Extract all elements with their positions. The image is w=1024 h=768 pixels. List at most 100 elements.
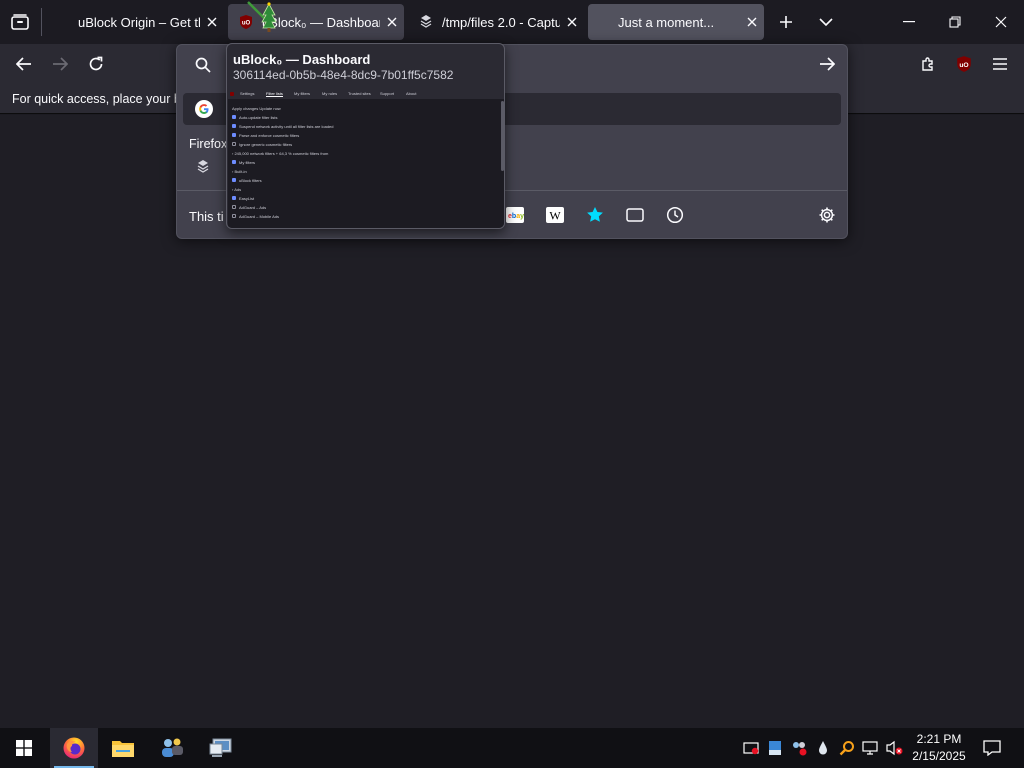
people-icon	[159, 736, 185, 760]
thumbnail-text: AdGuard – Mobile Ads	[239, 213, 280, 219]
section-label: Firefox	[189, 137, 228, 151]
ebay-icon: ebay	[506, 207, 524, 223]
bookmarks-search-button[interactable]	[581, 201, 609, 229]
tray-security-icon[interactable]	[742, 738, 760, 758]
tray-network-people-icon[interactable]	[790, 738, 808, 758]
go-arrow-icon[interactable]	[819, 57, 835, 71]
clock-date: 2/15/2025	[912, 749, 966, 763]
thumbnail-line: My filters	[232, 159, 255, 165]
preview-title: uBlock₀ — Dashboard	[233, 52, 371, 67]
hamburger-icon	[993, 58, 1007, 70]
svg-text:uO: uO	[959, 62, 968, 69]
preview-url: 306114ed-0b5b-48e4-8dc9-7b01ff5c7582	[233, 68, 454, 82]
thumbnail-line: AdGuard – Ads	[232, 204, 266, 210]
list-all-tabs-button[interactable]	[808, 0, 844, 44]
chevron-down-icon	[819, 17, 833, 27]
star-icon	[586, 206, 604, 224]
forward-button[interactable]	[44, 48, 76, 80]
history-search-button[interactable]	[661, 201, 689, 229]
thumbnail-tab: Trusted sites	[348, 91, 371, 96]
thumbnail-line: › 245,000 network filters + 64,3 % cosme…	[232, 150, 328, 156]
minimize-button[interactable]	[886, 0, 932, 44]
thumbnail-checkbox	[232, 196, 236, 200]
reload-icon	[88, 56, 104, 72]
taskbar-people-app[interactable]	[148, 728, 196, 768]
thumbnail-tab: My rules	[322, 91, 338, 96]
ublock-toolbar-button[interactable]: uO	[948, 48, 980, 80]
arrow-left-icon	[16, 57, 32, 71]
taskbar-file-explorer[interactable]	[99, 728, 147, 768]
bookmarks-empty-message: For quick access, place your bo	[12, 92, 188, 106]
thumbnail-text: Auto-update filter lists	[239, 114, 278, 120]
taskbar-clock[interactable]: 2:21 PM 2/15/2025	[905, 731, 973, 765]
svg-text:ebay: ebay	[508, 213, 524, 220]
thumbnail-tab: About	[406, 91, 417, 96]
thumbnail-line: › Built-in	[232, 168, 247, 174]
google-icon	[195, 100, 213, 118]
files-icon[interactable]	[195, 159, 211, 175]
computer-icon	[209, 737, 233, 759]
thumbnail-checkbox	[232, 205, 236, 209]
search-settings-button[interactable]	[813, 201, 841, 229]
tab-strip: uBlock Origin – Get thi uO uBlock₀ — Das…	[0, 0, 1024, 44]
tray-network-icon[interactable]	[862, 738, 880, 758]
tab-close-icon[interactable]	[740, 10, 764, 34]
ebay-button[interactable]: ebay	[501, 201, 529, 229]
back-button[interactable]	[8, 48, 40, 80]
new-tab-button[interactable]	[768, 0, 804, 44]
taskbar-firefox[interactable]	[50, 728, 98, 768]
gear-icon	[818, 206, 836, 224]
tab-close-icon[interactable]	[560, 10, 584, 34]
firefox-view-button[interactable]	[0, 0, 40, 44]
extensions-button[interactable]	[912, 48, 944, 80]
wikipedia-button[interactable]: W	[541, 201, 569, 229]
thumbnail-line: Ignore generic cosmetic filters	[232, 141, 292, 147]
search-icon	[195, 57, 211, 73]
svg-text:W: W	[549, 209, 561, 223]
restore-button[interactable]	[932, 0, 978, 44]
tray-search-icon[interactable]	[838, 738, 856, 758]
tray-drop-icon[interactable]	[814, 738, 832, 758]
tab-tmp-files[interactable]: /tmp/files 2.0 - Captur	[408, 4, 584, 40]
shortcuts-label: This ti	[189, 209, 224, 224]
wikipedia-icon: W	[546, 207, 564, 223]
thumbnail-checkbox	[232, 115, 236, 119]
ublock-shield-icon: uO	[955, 55, 973, 73]
notification-icon	[983, 740, 1001, 756]
reload-button[interactable]	[80, 48, 112, 80]
thumbnail-checkbox	[232, 133, 236, 137]
tab-just-a-moment[interactable]: Just a moment...	[588, 4, 764, 40]
tab-title: Just a moment...	[618, 14, 715, 30]
thumbnail-text: Apply changes Update now	[232, 105, 281, 111]
firefox-icon	[62, 736, 86, 760]
thumbnail-text: Parse and enforce cosmetic filters	[239, 132, 300, 138]
folder-icon	[111, 738, 135, 758]
tab-ublock-origin-addon[interactable]: uBlock Origin – Get thi	[48, 4, 224, 40]
puzzle-icon	[920, 56, 936, 72]
tabs-search-button[interactable]	[621, 201, 649, 229]
thumbnail-checkbox	[232, 178, 236, 182]
thumbnail-text: › Built-in	[232, 168, 247, 174]
windows-logo-icon	[16, 740, 32, 756]
taskbar-remote-desktop[interactable]	[197, 728, 245, 768]
thumbnail-checkbox	[232, 214, 236, 218]
notifications-button[interactable]	[982, 738, 1002, 758]
close-window-button[interactable]	[978, 0, 1024, 44]
mouse-cursor-icon	[246, 0, 280, 34]
clock-icon	[666, 206, 684, 224]
thumbnail-line: EasyList	[232, 195, 254, 201]
app-menu-button[interactable]	[984, 48, 1016, 80]
tray-volume-muted-icon[interactable]	[886, 738, 904, 758]
tray-drive-icon[interactable]	[766, 738, 784, 758]
thumbnail-text: Ignore generic cosmetic filters	[239, 141, 293, 147]
thumbnail-text: › Ads	[232, 186, 242, 192]
tab-close-icon[interactable]	[380, 10, 404, 34]
tab-close-icon[interactable]	[200, 10, 224, 34]
tab-title: /tmp/files 2.0 - Captur	[442, 14, 560, 30]
thumbnail-text: AdGuard – Ads	[239, 204, 267, 210]
start-button[interactable]	[0, 728, 48, 768]
thumbnail-line: Apply changes Update now	[232, 105, 281, 111]
thumbnail-line: Auto-update filter lists	[232, 114, 277, 120]
thumbnail-text: EasyList	[239, 195, 255, 201]
tab-title: uBlock Origin – Get thi	[78, 14, 200, 30]
